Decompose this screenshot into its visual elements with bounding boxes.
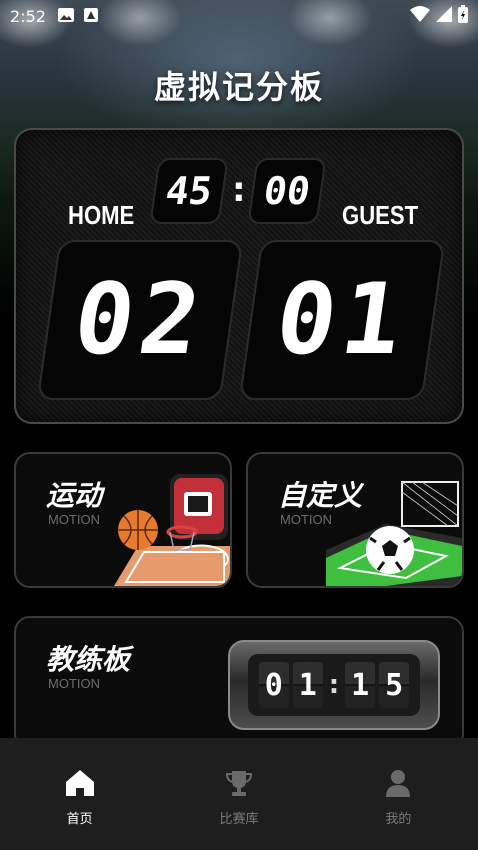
home-score[interactable]: 02: [36, 240, 244, 400]
trophy-icon: [222, 766, 256, 800]
basketball-court-illustration: [114, 474, 230, 586]
guest-label: GUEST: [342, 200, 419, 230]
app-notification-icon: [83, 7, 98, 26]
motion-card-subtitle: MOTION: [48, 512, 100, 527]
flip-digit: 0: [258, 662, 289, 708]
nav-label-home: 首页: [66, 812, 93, 827]
timer-seconds[interactable]: 00: [247, 158, 327, 224]
user-icon: [381, 766, 415, 800]
flip-digit: 1: [292, 662, 323, 708]
coach-card-title: 教练板: [46, 643, 131, 676]
battery-icon: [458, 5, 468, 27]
timer-minutes[interactable]: 45: [149, 158, 229, 224]
flip-clock: 0 1 : 1 5: [228, 640, 440, 730]
motion-card[interactable]: 运动 MOTION: [14, 452, 232, 588]
status-bar: 2:52: [0, 0, 478, 32]
home-label: HOME: [68, 200, 135, 230]
flip-colon: :: [328, 670, 340, 700]
coach-card-subtitle: MOTION: [48, 676, 100, 691]
guest-score[interactable]: 01: [238, 240, 446, 400]
custom-card[interactable]: 自定义 MOTION: [246, 452, 464, 588]
flip-digit: 5: [379, 662, 410, 708]
wifi-icon: [410, 6, 430, 26]
nav-label-profile: 我的: [385, 812, 412, 827]
scoreboard[interactable]: 45 : 00 HOME GUEST 02 01: [14, 128, 464, 424]
nav-item-home[interactable]: 首页: [0, 738, 159, 850]
home-icon: [63, 766, 97, 800]
flip-digit: 1: [345, 662, 376, 708]
signal-icon: [436, 6, 452, 26]
gallery-icon: [57, 7, 74, 26]
custom-card-subtitle: MOTION: [280, 512, 332, 527]
nav-item-match-library[interactable]: 比赛库: [159, 738, 318, 850]
flip-clock-face: 0 1 : 1 5: [248, 654, 420, 716]
motion-card-title: 运动: [46, 479, 103, 512]
status-time: 2:52: [10, 6, 46, 26]
page-title: 虚拟记分板: [153, 68, 324, 106]
soccer-field-illustration: [326, 481, 462, 586]
timer-colon: :: [232, 170, 246, 210]
bottom-nav: 首页 比赛库 我的: [0, 738, 478, 850]
coach-board-card[interactable]: 教练板 MOTION 0 1 : 1 5: [14, 616, 464, 750]
nav-label-match-library: 比赛库: [219, 812, 259, 827]
nav-item-profile[interactable]: 我的: [319, 738, 478, 850]
